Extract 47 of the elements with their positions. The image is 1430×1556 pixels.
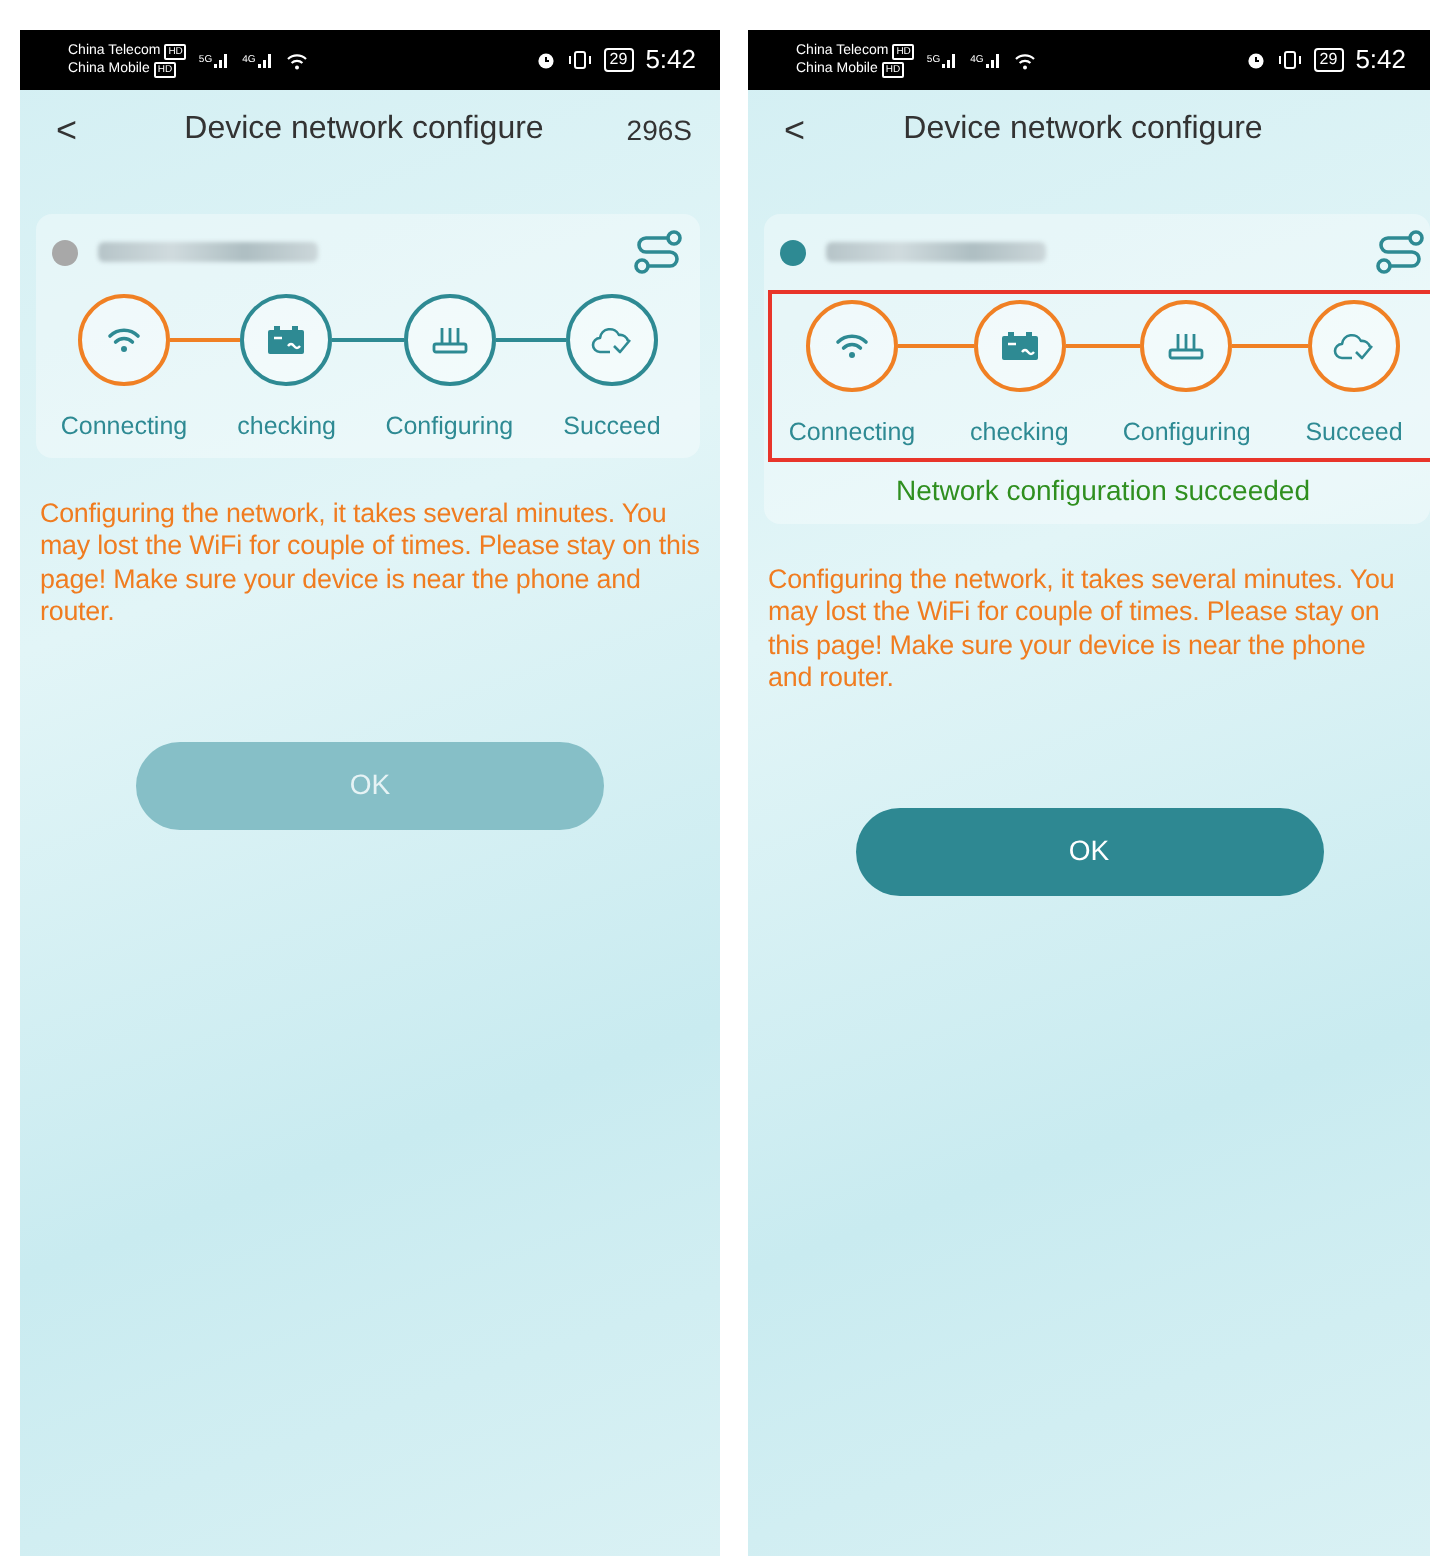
- countdown-timer: 296S: [624, 111, 692, 149]
- router-icon: [1166, 332, 1207, 360]
- route-icon[interactable]: [1374, 230, 1426, 274]
- signal-icon: [983, 52, 1002, 68]
- step-label: Succeed: [1305, 416, 1403, 450]
- wifi-icon: [285, 51, 308, 69]
- info-message: Configuring the network, it takes several minutes. You may lost the WiFi for couple of times. Please stay on this page! Make sure your device is near the phone and router.: [40, 497, 700, 630]
- step-connector: [332, 338, 404, 342]
- back-button[interactable]: <: [56, 103, 116, 157]
- step-label: Succeed: [563, 410, 661, 444]
- signal-icon: [255, 52, 274, 68]
- wifi-icon: [106, 326, 142, 354]
- cloud-check-icon: [1332, 332, 1377, 360]
- wifi-icon: [1013, 51, 1036, 69]
- battery-level: 29: [603, 48, 634, 72]
- vibrate-icon: [567, 50, 592, 70]
- status-time: 5:42: [1355, 42, 1406, 79]
- step-connector: [1065, 344, 1141, 348]
- step-label: Configuring: [1122, 416, 1251, 450]
- step-label: Connecting: [788, 416, 916, 450]
- step-connector: [495, 338, 566, 342]
- router-icon: [429, 326, 470, 354]
- step-connector: [1232, 344, 1309, 348]
- route-icon[interactable]: [632, 230, 684, 274]
- step-label: checking: [237, 410, 336, 444]
- battery-box-icon: [266, 324, 307, 356]
- cloud-check-icon: [589, 326, 634, 354]
- vibrate-icon: [1277, 50, 1302, 70]
- wifi-icon: [834, 332, 870, 360]
- step-connector: [170, 338, 241, 342]
- battery-level: 29: [1313, 48, 1344, 72]
- info-message: Configuring the network, it takes several minutes. You may lost the WiFi for couple of times. Please stay on this page! Make sure your device is near the phone and router.: [768, 563, 1397, 696]
- step-connector: [898, 344, 974, 348]
- step-label: Connecting: [60, 410, 188, 444]
- status-time: 5:42: [645, 42, 696, 79]
- page-title: Device network configure: [182, 110, 546, 150]
- page-title: Device network configure: [901, 110, 1265, 150]
- ok-button[interactable]: OK: [855, 807, 1323, 896]
- step-label: checking: [970, 416, 1069, 450]
- success-message: Network configuration succeeded: [893, 471, 1312, 510]
- back-button[interactable]: <: [784, 103, 844, 157]
- battery-box-icon: [999, 330, 1040, 362]
- signal-icon: [940, 52, 959, 68]
- alarm-icon: [535, 50, 556, 70]
- step-label: Configuring: [385, 410, 514, 444]
- signal-icon: [212, 52, 231, 68]
- alarm-icon: [1245, 50, 1266, 70]
